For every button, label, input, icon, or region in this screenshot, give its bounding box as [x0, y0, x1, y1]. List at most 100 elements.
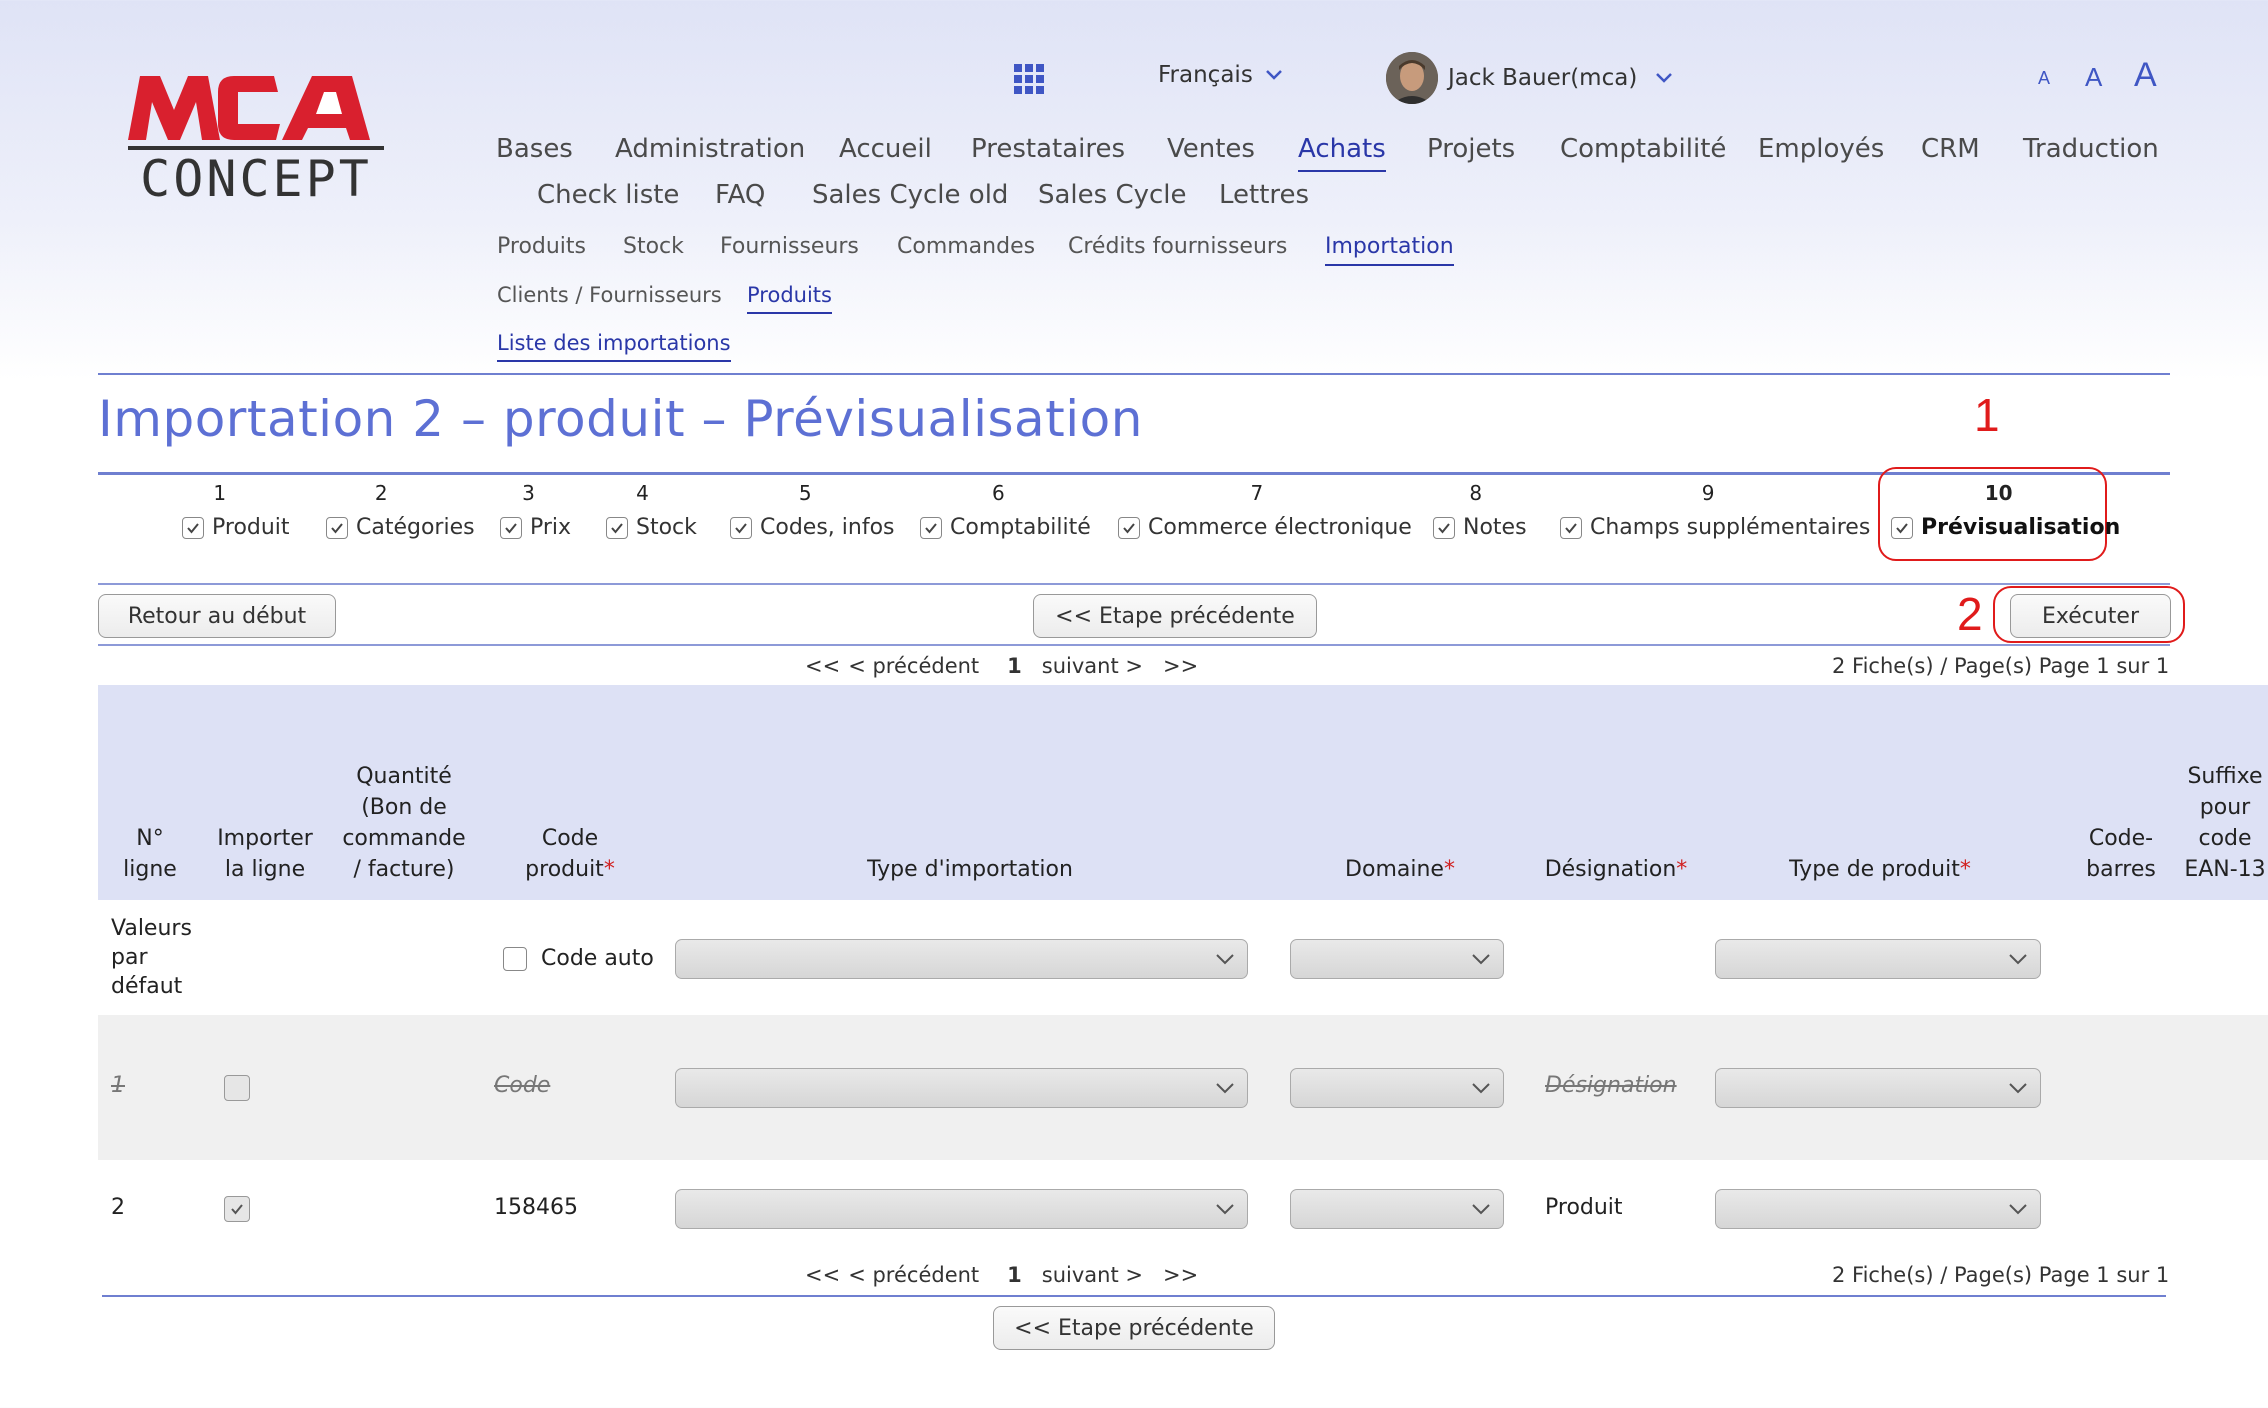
step-label: Prix: [530, 515, 572, 540]
nav-sales-cycle[interactable]: Sales Cycle: [1038, 180, 1187, 210]
code-auto-option[interactable]: Code auto: [503, 946, 654, 971]
subnav-commandes[interactable]: Commandes: [897, 234, 1035, 259]
nav-traduction[interactable]: Traduction: [2023, 134, 2159, 164]
nav-accueil[interactable]: Accueil: [839, 134, 932, 164]
previous-step-button[interactable]: << Etape précédente: [1033, 594, 1317, 638]
first-page-link[interactable]: <<: [805, 654, 840, 678]
row-line-number: 1: [111, 1073, 125, 1098]
chevron-down-icon: [2009, 1204, 2027, 1215]
user-menu[interactable]: Jack Bauer(mca): [1386, 52, 1673, 104]
last-page-link[interactable]: >>: [1163, 654, 1198, 678]
subnav-clients-fournisseurs[interactable]: Clients / Fournisseurs: [497, 283, 722, 307]
col-designation: Désignation*: [1544, 857, 1688, 882]
step-6[interactable]: 6 Comptabilité: [920, 481, 1091, 540]
step-checkbox[interactable]: [920, 516, 942, 539]
step-number: 1: [213, 481, 227, 505]
nav-prestataires[interactable]: Prestataires: [971, 134, 1125, 164]
step-9[interactable]: 9 Champs supplémentaires: [1560, 481, 1870, 540]
nav-sales-cycle-old[interactable]: Sales Cycle old: [812, 180, 1008, 210]
step-checkbox[interactable]: [182, 516, 204, 539]
default-import-type-select[interactable]: [675, 939, 1248, 979]
row-product-type-select[interactable]: [1715, 1068, 2041, 1108]
step-checkbox[interactable]: [730, 516, 752, 539]
user-name: Jack Bauer(mca): [1448, 65, 1638, 91]
nav-achats[interactable]: Achats: [1298, 134, 1386, 172]
chevron-down-icon: [2009, 1083, 2027, 1094]
annotation-number-1: 1: [1974, 389, 2000, 441]
apps-grid-icon[interactable]: [1013, 63, 1045, 95]
default-product-type-select[interactable]: [1715, 939, 2041, 979]
step-checkbox[interactable]: [1560, 516, 1582, 539]
nav-crm[interactable]: CRM: [1921, 134, 1980, 164]
step-1[interactable]: 1 Produit: [182, 481, 290, 540]
code-auto-checkbox[interactable]: [503, 946, 527, 971]
defaults-row-label: Valeurs par défaut: [111, 916, 192, 999]
subnav-liste-des-importations[interactable]: Liste des importations: [497, 331, 731, 362]
row-import-type-select[interactable]: [675, 1068, 1248, 1108]
annotation-number-2: 2: [1957, 588, 1983, 640]
nav-employes[interactable]: Employés: [1758, 134, 1884, 164]
chevron-down-icon: [1265, 70, 1282, 80]
nav-lettres[interactable]: Lettres: [1219, 180, 1309, 210]
step-3[interactable]: 3 Prix: [500, 481, 571, 540]
step-7[interactable]: 7 Commerce électronique: [1118, 481, 1412, 540]
next-page-link[interactable]: suivant >: [1042, 654, 1143, 678]
step-4[interactable]: 4 Stock: [606, 481, 697, 540]
row-designation: Produit: [1545, 1195, 1623, 1220]
step-checkbox[interactable]: [606, 516, 628, 539]
nav-projets[interactable]: Projets: [1427, 134, 1515, 164]
row-import-checkbox[interactable]: [224, 1196, 250, 1222]
nav-check-liste[interactable]: Check liste: [537, 180, 679, 210]
subnav-stock[interactable]: Stock: [623, 234, 684, 259]
next-page-link[interactable]: suivant >: [1042, 1263, 1143, 1287]
previous-page-link[interactable]: < précédent: [848, 654, 979, 678]
subnav-import-produits[interactable]: Produits: [747, 283, 832, 314]
row-domain-select[interactable]: [1290, 1189, 1504, 1229]
language-selector[interactable]: Français: [1158, 62, 1283, 88]
nav-comptabilite[interactable]: Comptabilité: [1560, 134, 1726, 164]
step-5[interactable]: 5 Codes, infos: [730, 481, 895, 540]
step-2[interactable]: 2 Catégories: [326, 481, 475, 540]
nav-administration[interactable]: Administration: [615, 134, 805, 164]
row-designation: Désignation: [1545, 1073, 1677, 1098]
row-domain-select[interactable]: [1290, 1068, 1504, 1108]
language-label: Français: [1158, 62, 1253, 88]
font-size-medium-button[interactable]: A: [2085, 62, 2102, 93]
font-size-large-button[interactable]: A: [2134, 56, 2157, 95]
last-page-link[interactable]: >>: [1163, 1263, 1198, 1287]
step-checkbox[interactable]: [1433, 516, 1455, 539]
subnav-produits[interactable]: Produits: [497, 234, 586, 259]
nav-bases[interactable]: Bases: [496, 134, 573, 164]
col-product-code: Code produit*: [525, 826, 615, 882]
previous-step-button-bottom[interactable]: << Etape précédente: [993, 1306, 1275, 1350]
divider: [98, 373, 2170, 375]
nav-ventes[interactable]: Ventes: [1167, 134, 1255, 164]
subnav-fournisseurs[interactable]: Fournisseurs: [720, 234, 859, 259]
divider: [98, 583, 2170, 585]
font-size-small-button[interactable]: A: [2038, 68, 2050, 89]
mca-concept-logo[interactable]: CONCEPT: [126, 62, 386, 202]
row-import-type-select[interactable]: [675, 1189, 1248, 1229]
step-number: 4: [636, 481, 649, 505]
chevron-down-icon: [1656, 73, 1673, 83]
col-domain: Domaine*: [1345, 857, 1455, 882]
row-product-type-select[interactable]: [1715, 1189, 2041, 1229]
restart-button[interactable]: Retour au début: [98, 594, 336, 638]
subnav-credits-fournisseurs[interactable]: Crédits fournisseurs: [1068, 234, 1287, 259]
step-checkbox[interactable]: [500, 516, 522, 539]
default-domain-select[interactable]: [1290, 939, 1504, 979]
step-checkbox[interactable]: [326, 516, 348, 539]
step-checkbox[interactable]: [1118, 516, 1140, 539]
avatar: [1386, 52, 1438, 104]
nav-faq[interactable]: FAQ: [715, 180, 765, 210]
subnav-importation[interactable]: Importation: [1325, 234, 1454, 266]
step-checkbox[interactable]: [1891, 516, 1913, 539]
row-product-code: 158465: [494, 1195, 578, 1220]
col-import-line: Importer la ligne: [217, 826, 313, 882]
previous-page-link[interactable]: < précédent: [848, 1263, 979, 1287]
execute-button[interactable]: Exécuter: [2010, 594, 2171, 638]
row-import-checkbox[interactable]: [224, 1075, 250, 1101]
first-page-link[interactable]: <<: [805, 1263, 840, 1287]
step-10[interactable]: 10 Prévisualisation: [1891, 481, 2120, 540]
step-8[interactable]: 8 Notes: [1433, 481, 1527, 540]
